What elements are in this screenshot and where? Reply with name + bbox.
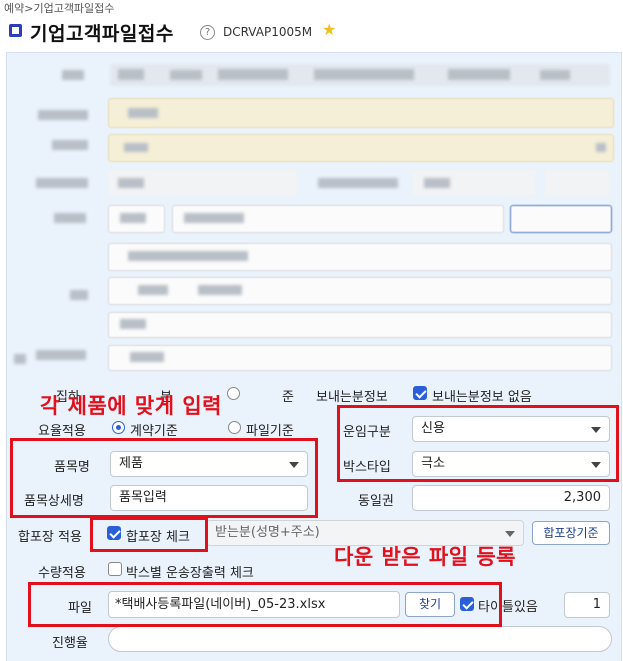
partial-label-c: 준 <box>282 390 294 405</box>
rate-apply-label: 요율적용 <box>38 424 86 439</box>
progress-label: 진행율 <box>52 636 88 651</box>
annotation-box-file <box>28 582 502 627</box>
star-icon[interactable]: ★ <box>322 20 336 39</box>
radio-file-basis-label: 파일기준 <box>246 424 294 439</box>
page-title-icon <box>9 24 22 37</box>
page-title: 기업고객파일접수 <box>30 23 174 45</box>
annotation-box-combine-pack <box>90 517 208 552</box>
screen-code: DCRVAP1005M <box>223 25 313 39</box>
quantity-apply-label: 수량적용 <box>38 566 86 581</box>
per-box-waybill-checkbox[interactable] <box>108 562 122 576</box>
annotation-input-per-item: 각 제품에 맞게 입력 <box>40 394 222 418</box>
combine-pack-label: 합포장 적용 <box>18 530 82 545</box>
same-day-zone-label: 동일권 <box>358 494 394 509</box>
annotation-box-item-fields <box>10 438 318 518</box>
radio-contract-basis[interactable] <box>112 421 125 434</box>
same-day-zone-input[interactable]: 2,300 <box>412 485 610 511</box>
progress-bar <box>108 626 612 652</box>
radio-contract-basis-label: 계약기준 <box>130 424 178 439</box>
combine-pack-select-value: 받는분(성명+주소) <box>215 525 320 540</box>
question-circle-icon[interactable]: ? <box>200 25 215 40</box>
annotation-register-downloaded-file: 다운 받은 파일 등록 <box>334 545 516 569</box>
sender-info-label: 보내는분정보 <box>316 390 388 405</box>
annotation-box-freight-box <box>337 405 619 482</box>
radio-partial[interactable] <box>227 387 240 400</box>
breadcrumb[interactable]: 예약>기업고객파일접수 <box>4 0 114 16</box>
title-row-count-input[interactable]: 1 <box>564 592 610 618</box>
radio-file-basis[interactable] <box>228 421 241 434</box>
chevron-down-icon <box>505 531 515 537</box>
per-box-waybill-label: 박스별 운송장출력 체크 <box>126 566 254 581</box>
no-sender-info-label: 보내는분정보 없음 <box>432 390 532 405</box>
combine-pack-criteria-button[interactable]: 합포장기준 <box>532 521 610 545</box>
no-sender-info-checkbox[interactable] <box>413 386 427 400</box>
